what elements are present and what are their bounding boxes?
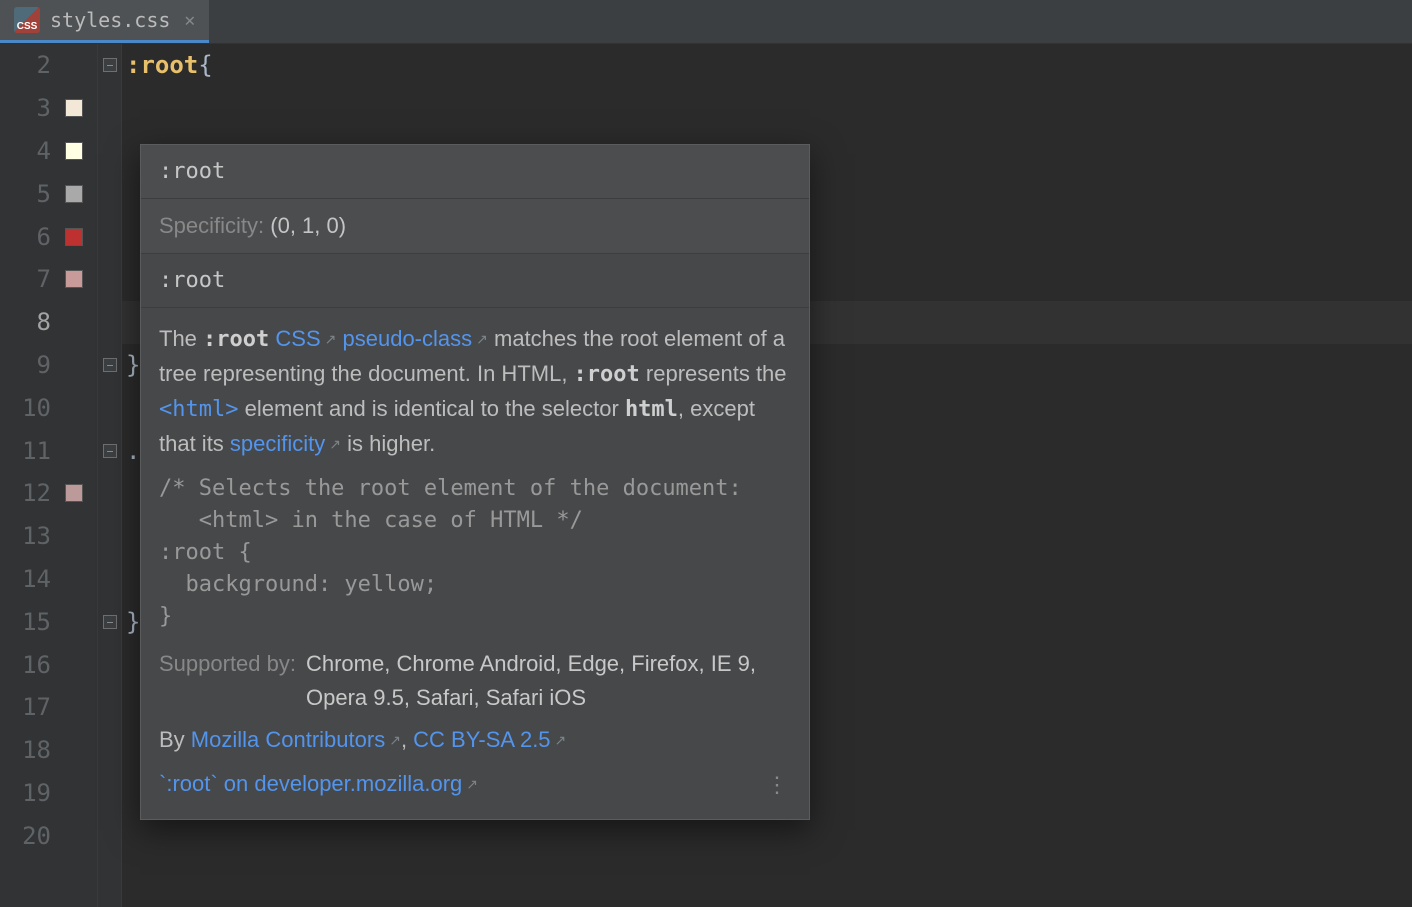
gutter-line[interactable]: 11	[0, 429, 97, 472]
gutter-line[interactable]: 3	[0, 87, 97, 130]
fold-line	[98, 386, 121, 429]
fold-line	[98, 600, 121, 643]
html-tag: <html>	[159, 397, 238, 422]
fold-line	[98, 44, 121, 87]
fold-toggle-icon[interactable]	[103, 358, 117, 372]
code-line[interactable]: :root{	[122, 44, 1412, 87]
t: By	[159, 727, 191, 752]
color-swatch[interactable]	[65, 228, 83, 246]
gutter-line[interactable]: 17	[0, 686, 97, 729]
t: is higher.	[341, 431, 435, 456]
color-swatch[interactable]	[65, 99, 83, 117]
editor-area: 234567891011121314151617181920 :root{}.}…	[0, 44, 1412, 907]
specificity-link[interactable]: specificity	[230, 431, 341, 456]
fold-line	[98, 643, 121, 686]
gutter-line[interactable]: 10	[0, 386, 97, 429]
gutter: 234567891011121314151617181920	[0, 44, 98, 907]
gutter-line[interactable]: 18	[0, 729, 97, 772]
fold-column	[98, 44, 122, 907]
fold-line	[98, 258, 121, 301]
t: The	[159, 326, 203, 351]
contributors-link[interactable]: Mozilla Contributors	[191, 727, 401, 752]
fold-line	[98, 472, 121, 515]
fold-line	[98, 429, 121, 472]
close-icon[interactable]: ✕	[184, 10, 195, 31]
gutter-line[interactable]: 14	[0, 558, 97, 601]
kw: :root	[574, 362, 640, 387]
gutter-line[interactable]: 16	[0, 643, 97, 686]
gutter-line[interactable]: 19	[0, 772, 97, 815]
t: element and is identical to the selector	[238, 396, 624, 421]
mdn-doc-link[interactable]: `:root` on developer.mozilla.org	[159, 767, 478, 801]
kw: :root	[203, 327, 269, 352]
color-swatch[interactable]	[65, 185, 83, 203]
fold-line	[98, 558, 121, 601]
gutter-line[interactable]: 7	[0, 258, 97, 301]
fold-toggle-icon[interactable]	[103, 58, 117, 72]
supported-by-label: Supported by:	[159, 647, 296, 715]
fold-line	[98, 772, 121, 815]
t: ,	[401, 727, 413, 752]
specificity-value: (0, 1, 0)	[270, 213, 346, 238]
gutter-line[interactable]: 12	[0, 472, 97, 515]
gutter-line[interactable]: 20	[0, 814, 97, 857]
code-line[interactable]	[122, 87, 1412, 130]
code-line[interactable]	[122, 814, 1412, 857]
fold-toggle-icon[interactable]	[103, 444, 117, 458]
fold-line	[98, 729, 121, 772]
popup-specificity: Specificity: (0, 1, 0)	[141, 199, 809, 254]
popup-subheader: :root	[141, 254, 809, 308]
gutter-line[interactable]: 5	[0, 172, 97, 215]
tab-bar: CSS styles.css ✕	[0, 0, 1412, 44]
gutter-line[interactable]: 9	[0, 344, 97, 387]
t: represents the	[640, 361, 787, 386]
color-swatch[interactable]	[65, 484, 83, 502]
documentation-popup: :root Specificity: (0, 1, 0) :root The :…	[140, 144, 810, 820]
kw: html	[625, 397, 678, 422]
license-link[interactable]: CC BY-SA 2.5	[413, 727, 566, 752]
color-swatch[interactable]	[65, 270, 83, 288]
kebab-menu-icon[interactable]: ⋮	[766, 778, 791, 791]
fold-line	[98, 130, 121, 173]
supported-by-row: Supported by: Chrome, Chrome Android, Ed…	[159, 647, 791, 715]
gutter-line[interactable]: 2	[0, 44, 97, 87]
fold-line	[98, 301, 121, 344]
tab-styles-css[interactable]: CSS styles.css ✕	[0, 0, 209, 43]
fold-line	[98, 344, 121, 387]
css-link[interactable]: CSS	[275, 326, 336, 351]
color-swatch[interactable]	[65, 142, 83, 160]
gutter-line[interactable]: 6	[0, 215, 97, 258]
fold-line	[98, 686, 121, 729]
popup-code-example: /* Selects the root element of the docum…	[159, 473, 791, 632]
popup-description: The :root CSS pseudo-class matches the r…	[159, 322, 791, 461]
fold-line	[98, 87, 121, 130]
gutter-line[interactable]: 15	[0, 600, 97, 643]
fold-line	[98, 515, 121, 558]
fold-line	[98, 215, 121, 258]
gutter-line[interactable]: 4	[0, 130, 97, 173]
tab-filename: styles.css	[50, 8, 170, 32]
gutter-line[interactable]: 8	[0, 301, 97, 344]
supported-by-value: Chrome, Chrome Android, Edge, Firefox, I…	[306, 647, 791, 715]
popup-title: :root	[141, 145, 809, 199]
gutter-line[interactable]: 13	[0, 515, 97, 558]
fold-line	[98, 172, 121, 215]
fold-line	[98, 814, 121, 857]
fold-toggle-icon[interactable]	[103, 615, 117, 629]
popup-body: The :root CSS pseudo-class matches the r…	[141, 308, 809, 819]
attribution-row: By Mozilla Contributors, CC BY-SA 2.5	[159, 723, 791, 757]
specificity-label: Specificity:	[159, 213, 270, 238]
css-file-icon: CSS	[14, 7, 40, 33]
pseudo-class-link[interactable]: pseudo-class	[343, 326, 488, 351]
